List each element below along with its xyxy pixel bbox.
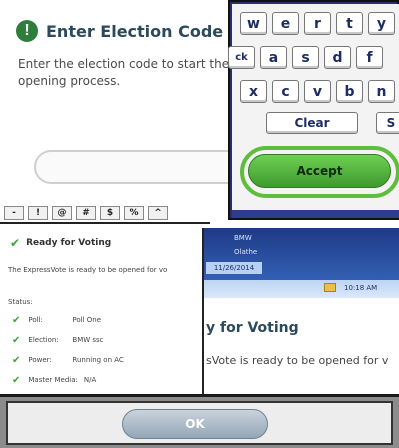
status-bar-date: 11/26/2014 bbox=[206, 262, 262, 274]
ready-title-large: y for Voting bbox=[206, 320, 299, 336]
status-list: ✔ Poll: Poll One ✔ Election: BMW ssc ✔ P… bbox=[12, 310, 207, 390]
status-item-master-media: ✔ Master Media: N/A bbox=[12, 370, 207, 390]
keyboard-row-1: w e r t y bbox=[240, 12, 395, 35]
symbol-key[interactable]: % bbox=[124, 206, 144, 220]
alert-icon: ! bbox=[16, 20, 38, 42]
folder-icon bbox=[324, 283, 336, 292]
key-f[interactable]: f bbox=[356, 46, 383, 69]
key-d[interactable]: d bbox=[324, 46, 351, 69]
status-item-power: ✔ Power: Running on AC bbox=[12, 350, 207, 370]
keyboard-bottom-strip bbox=[232, 210, 399, 218]
status-label: Election: bbox=[28, 336, 59, 344]
key-s[interactable]: s bbox=[292, 46, 319, 69]
keyboard-row-2: ck a s d f bbox=[228, 46, 383, 69]
election-code-title: Enter Election Code bbox=[46, 21, 224, 41]
status-value: Running on AC bbox=[72, 356, 124, 364]
status-item-poll: ✔ Poll: Poll One bbox=[12, 310, 207, 330]
ready-header: ✔ Ready for Voting bbox=[10, 236, 111, 250]
key-y[interactable]: y bbox=[368, 12, 395, 35]
status-label: Master Media: bbox=[28, 376, 78, 384]
symbol-key[interactable]: ! bbox=[28, 206, 48, 220]
ready-title: Ready for Voting bbox=[26, 238, 112, 248]
status-label: Poll: bbox=[28, 316, 43, 324]
status-value: N/A bbox=[83, 376, 97, 384]
status-value: Poll One bbox=[72, 316, 102, 324]
ready-description: The ExpressVote is ready to be opened fo… bbox=[8, 266, 168, 274]
checkmark-icon: ✔ bbox=[12, 374, 21, 386]
checkmark-icon: ✔ bbox=[12, 334, 21, 346]
status-bar-line2: Olathe bbox=[234, 248, 258, 256]
accept-button[interactable]: Accept bbox=[248, 154, 391, 188]
key-x[interactable]: x bbox=[240, 80, 267, 103]
checkmark-icon: ✔ bbox=[10, 236, 21, 250]
status-label: Power: bbox=[28, 356, 52, 364]
key-e[interactable]: e bbox=[272, 12, 299, 35]
symbol-key-row: - ! @ # $ % ^ bbox=[0, 206, 168, 220]
checkmark-icon: ✔ bbox=[12, 354, 21, 366]
election-code-header: ! Enter Election Code bbox=[16, 20, 223, 42]
symbol-key[interactable]: @ bbox=[52, 206, 72, 220]
key-a[interactable]: a bbox=[260, 46, 287, 69]
key-backspace[interactable]: ck bbox=[228, 46, 255, 69]
key-t[interactable]: t bbox=[336, 12, 363, 35]
keyboard-surface: w e r t y ck a s d f x c v b n Clear S A… bbox=[228, 4, 399, 218]
keyboard-row-3: x c v b n bbox=[240, 80, 395, 103]
ready-description-large: sVote is ready to be opened for v bbox=[206, 354, 389, 367]
status-value: BMW ssc bbox=[72, 336, 104, 344]
key-c[interactable]: c bbox=[272, 80, 299, 103]
ready-for-voting-panel: ✔ Ready for Voting The ExpressVote is re… bbox=[0, 222, 210, 397]
key-n[interactable]: n bbox=[368, 80, 395, 103]
ok-bar: OK bbox=[0, 394, 399, 448]
key-r[interactable]: r bbox=[304, 12, 331, 35]
status-bar-line1: BMW bbox=[234, 234, 252, 242]
key-b[interactable]: b bbox=[336, 80, 363, 103]
partial-key[interactable]: S bbox=[376, 112, 399, 134]
key-w[interactable]: w bbox=[240, 12, 267, 35]
key-v[interactable]: v bbox=[304, 80, 331, 103]
symbol-key[interactable]: ^ bbox=[148, 206, 168, 220]
ok-button[interactable]: OK bbox=[122, 409, 268, 439]
symbol-key[interactable]: # bbox=[76, 206, 96, 220]
symbol-key[interactable]: $ bbox=[100, 206, 120, 220]
status-and-ready-panel: BMW Olathe 11/26/2014 10:18 AM y for Vot… bbox=[202, 228, 399, 396]
ok-bar-inner: OK bbox=[6, 401, 393, 445]
status-heading: Status: bbox=[8, 298, 33, 306]
checkmark-icon: ✔ bbox=[12, 314, 21, 326]
clear-button[interactable]: Clear bbox=[266, 112, 358, 134]
status-item-election: ✔ Election: BMW ssc bbox=[12, 330, 207, 350]
status-bar: BMW Olathe 11/26/2014 10:18 AM bbox=[204, 228, 399, 298]
election-code-description: Enter the election code to start the ope… bbox=[18, 57, 230, 88]
on-screen-keyboard: w e r t y ck a s d f x c v b n Clear S A… bbox=[228, 0, 399, 220]
status-bar-time: 10:18 AM bbox=[344, 284, 378, 292]
symbol-key[interactable]: - bbox=[4, 206, 24, 220]
